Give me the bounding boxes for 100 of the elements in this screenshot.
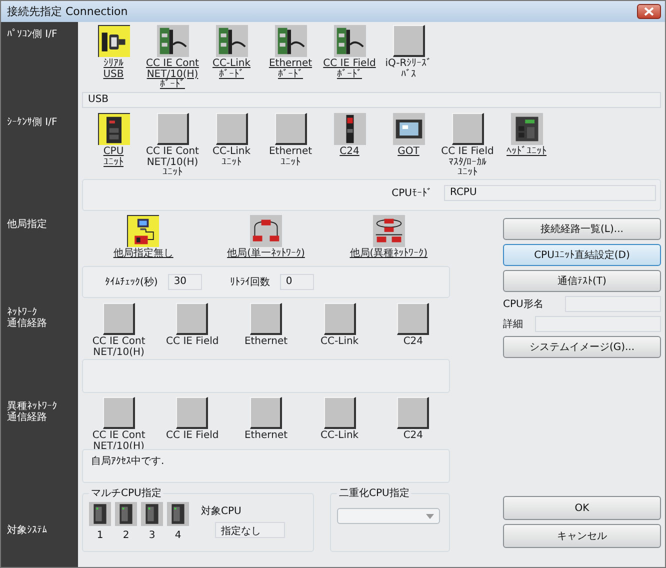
action-button[interactable]: CPUﾕﾆｯﾄ直結設定(D) xyxy=(503,244,661,266)
section-label: ﾈｯﾄﾜｰｸ xyxy=(7,308,37,318)
device-icon[interactable] xyxy=(510,113,542,145)
interface-link[interactable]: ﾎﾞｰﾄﾞ xyxy=(160,80,185,90)
blank-tile-icon[interactable] xyxy=(216,113,248,145)
interface-link[interactable]: Ethernet xyxy=(268,59,312,70)
cpu-type-label: CPU形名 xyxy=(503,298,544,311)
system-image-button[interactable]: システムイメージ(G)... xyxy=(503,336,661,358)
server-icon[interactable] xyxy=(89,502,111,526)
time-check-label: ﾀｲﾑﾁｪｯｸ(秒) xyxy=(105,276,158,289)
action-button[interactable]: 接続経路一覧(L)... xyxy=(503,218,661,240)
server-icon[interactable] xyxy=(167,502,189,526)
device-icon[interactable] xyxy=(98,25,130,57)
blank-tile-icon[interactable] xyxy=(452,113,484,145)
interface-label: CC-Link xyxy=(212,147,251,157)
interface-link[interactable]: GOT xyxy=(398,147,420,158)
retry-field[interactable]: 0 xyxy=(280,274,314,290)
cpu-mode-label: CPUﾓｰﾄﾞ xyxy=(392,186,432,199)
window-title: 接続先指定 Connection xyxy=(7,4,128,19)
blank-tile-icon[interactable] xyxy=(102,397,135,429)
blank-tile-icon[interactable] xyxy=(274,113,306,145)
blank-tile-icon[interactable] xyxy=(102,303,135,335)
interface-link[interactable]: ﾎﾞｰﾄﾞ xyxy=(219,70,244,80)
route-label: CC IE Field xyxy=(166,337,219,348)
device-icon[interactable] xyxy=(274,25,306,57)
route-label: NET/10(H) xyxy=(93,348,144,358)
cpu-number: 1 xyxy=(96,530,104,541)
section-label: 通信経路 xyxy=(7,318,47,329)
station-icon[interactable] xyxy=(250,215,282,247)
interface-link[interactable]: CPU xyxy=(103,147,124,158)
interface-link[interactable]: ﾎﾞｰﾄﾞ xyxy=(278,70,303,80)
interface-label: ﾊﾞｽ xyxy=(400,70,416,80)
server-icon[interactable] xyxy=(115,502,137,526)
interface-link[interactable]: CC-Link xyxy=(212,59,251,70)
server-icon[interactable] xyxy=(141,502,163,526)
device-icon[interactable] xyxy=(334,25,366,57)
blank-tile-icon[interactable] xyxy=(250,303,282,335)
route-label: CC IE Field xyxy=(166,431,219,442)
interface-link[interactable]: CC IE Cont xyxy=(146,59,199,70)
interface-label: Ethernet xyxy=(268,147,312,157)
device-icon[interactable] xyxy=(392,113,424,145)
interface-link[interactable]: ﾎﾞｰﾄﾞ xyxy=(336,70,362,80)
device-icon[interactable] xyxy=(334,113,366,145)
interface-link[interactable]: ﾍｯﾄﾞﾕﾆｯﾄ xyxy=(506,147,546,158)
blank-tile-icon[interactable] xyxy=(156,113,188,145)
section-label: ﾊﾟｿｺﾝ側 I/F xyxy=(7,30,58,40)
interface-label: ﾕﾆｯﾄ xyxy=(222,158,242,168)
route-label: Ethernet xyxy=(244,431,288,442)
interface-link[interactable]: NET/10(H) xyxy=(146,70,198,80)
blank-tile-icon[interactable] xyxy=(397,303,430,335)
detail-label: 詳細 xyxy=(503,318,523,331)
interface-label: ﾏｽﾀ/ﾛｰｶﾙ xyxy=(448,158,487,168)
blank-tile-icon[interactable] xyxy=(324,303,356,335)
route-label: CC IE Cont xyxy=(92,337,146,347)
station-icon[interactable] xyxy=(372,215,405,247)
cpu-number: 2 xyxy=(122,530,130,541)
interface-link[interactable]: ﾕﾆｯﾄ xyxy=(104,158,124,168)
interface-label: CC IE Cont xyxy=(146,147,199,157)
interface-link[interactable]: USB xyxy=(103,70,124,80)
device-icon[interactable] xyxy=(216,25,248,57)
interface-link[interactable]: CC IE Field xyxy=(323,59,376,70)
blank-tile-icon[interactable] xyxy=(397,397,430,429)
blank-tile-icon[interactable] xyxy=(392,25,424,57)
section-label: 通信経路 xyxy=(7,412,47,423)
cpu-mode-field: RCPU xyxy=(444,185,656,201)
station-link[interactable]: 他局(異種ﾈｯﾄﾜｰｸ) xyxy=(350,249,428,260)
retry-label: ﾘﾄﾗｲ回数 xyxy=(230,276,270,289)
action-button[interactable]: 通信ﾃｽﾄ(T) xyxy=(503,270,661,292)
interface-field: USB xyxy=(82,92,661,108)
blank-tile-icon[interactable] xyxy=(176,303,208,335)
route-label: CC-Link xyxy=(320,431,359,442)
route-label: C24 xyxy=(403,431,424,442)
cpu-number: 3 xyxy=(148,530,156,541)
blank-tile-icon[interactable] xyxy=(250,397,282,429)
blank-tile-icon[interactable] xyxy=(176,397,208,429)
interface-label: NET/10(H) xyxy=(146,158,198,168)
dialog-button[interactable]: キャンセル xyxy=(503,524,661,548)
caret-icon xyxy=(426,514,434,518)
device-icon[interactable] xyxy=(156,25,188,57)
blank-tile-icon[interactable] xyxy=(324,397,356,429)
section-label: 異種ﾈｯﾄﾜｰｸ xyxy=(7,402,57,412)
target-cpu-field: 指定なし xyxy=(215,522,285,538)
station-icon[interactable] xyxy=(127,215,160,247)
group-title: マルチCPU指定 xyxy=(90,486,162,500)
dialog-button[interactable]: OK xyxy=(503,496,661,520)
status-message: 自局ｱｸｾｽ中です. xyxy=(91,456,164,467)
station-link[interactable]: 他局(単一ﾈｯﾄﾜｰｸ) xyxy=(227,249,305,260)
group-title: 二重化CPU指定 xyxy=(338,486,410,500)
interface-label: ﾕﾆｯﾄ xyxy=(457,168,478,178)
station-link[interactable]: 他局指定無し xyxy=(113,249,174,260)
route-label: CC-Link xyxy=(320,337,359,348)
device-icon[interactable] xyxy=(98,113,130,145)
close-button[interactable] xyxy=(637,4,661,19)
route-label: C24 xyxy=(403,337,424,348)
interface-link[interactable]: ｼﾘｱﾙ xyxy=(104,59,124,70)
interface-link[interactable]: C24 xyxy=(340,147,360,158)
cpu-number: 4 xyxy=(174,530,182,541)
section-label: 他局指定 xyxy=(7,220,47,230)
interface-label: ﾕﾆｯﾄ xyxy=(162,168,182,178)
time-check-field[interactable]: 30 xyxy=(168,274,202,290)
